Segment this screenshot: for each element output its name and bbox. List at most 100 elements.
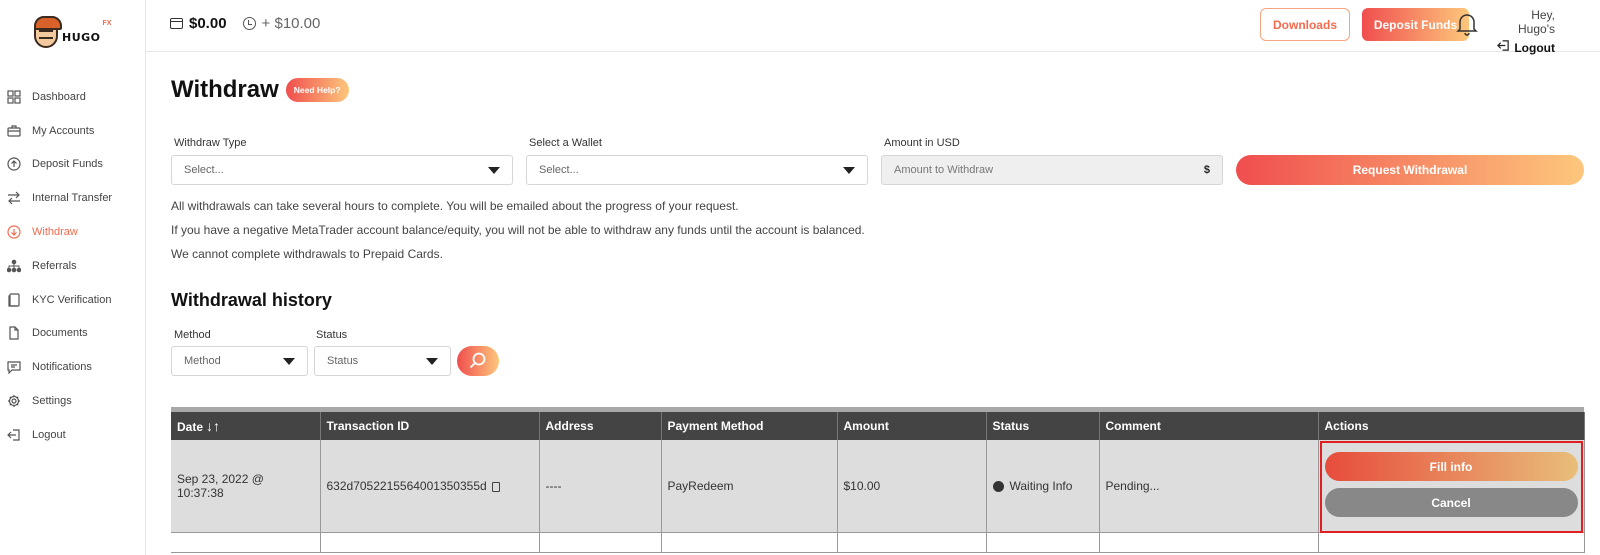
note-prepaid-cards: We cannot complete withdrawals to Prepai…: [171, 247, 443, 261]
logo-suffix: FX: [102, 19, 112, 27]
wallet-icon: [170, 18, 183, 29]
status-filter-label: Status: [316, 329, 348, 341]
logo-text: HUGO: [62, 30, 101, 44]
cell-empty: [320, 532, 540, 553]
cell-empty: [986, 532, 1100, 553]
sidebar-item-internal-transfer[interactable]: Internal Transfer: [0, 181, 146, 215]
sidebar-item-label: Dashboard: [32, 90, 86, 103]
cancel-button[interactable]: Cancel: [1324, 488, 1578, 517]
user-greeting: Hey, Hugo's: [1518, 8, 1555, 36]
topbar-logout-link[interactable]: Logout: [1491, 39, 1555, 57]
arrow-up-circle-icon: [7, 157, 21, 172]
cell-empty: [539, 532, 662, 553]
sidebar-item-kyc-verification[interactable]: KYC Verification: [0, 283, 146, 317]
column-header-payment-method: Payment Method: [661, 412, 838, 440]
bell-icon[interactable]: [1456, 12, 1478, 36]
wallet-label: Select a Wallet: [529, 137, 602, 149]
page-title-row: Withdraw Need Help?: [171, 76, 349, 104]
need-help-button[interactable]: Need Help?: [285, 78, 349, 102]
sidebar-item-referrals[interactable]: Referrals: [0, 249, 146, 283]
history-search-button[interactable]: [457, 346, 499, 376]
caret-down-icon: [488, 166, 500, 174]
column-header-actions: Actions: [1318, 412, 1585, 440]
sidebar-item-label: Logout: [32, 428, 66, 441]
sidebar-item-my-accounts[interactable]: My Accounts: [0, 114, 146, 148]
copy-icon[interactable]: [491, 481, 500, 492]
sidebar-item-dashboard[interactable]: Dashboard: [0, 80, 146, 114]
sidebar-item-label: Documents: [32, 327, 88, 340]
table-row: Sep 23, 2022 @ 10:37:38 632d705221556400…: [171, 440, 1585, 533]
method-filter-select[interactable]: Method: [171, 346, 308, 376]
cell-date: Sep 23, 2022 @ 10:37:38: [171, 440, 321, 533]
sidebar-item-label: My Accounts: [32, 124, 95, 137]
cell-transaction-id: 632d7052215564001350355d: [320, 440, 540, 533]
pending-value: + $10.00: [261, 15, 321, 32]
cell-empty: [661, 532, 838, 553]
cell-status: Waiting Info: [986, 440, 1100, 533]
select-value: Method: [184, 355, 221, 367]
amount-placeholder: Amount to Withdraw: [894, 164, 994, 176]
downloads-button[interactable]: Downloads: [1260, 8, 1350, 41]
cell-empty: [1099, 532, 1319, 553]
column-header-address: Address: [539, 412, 662, 440]
table-row: [171, 532, 1585, 553]
sidebar-item-notifications[interactable]: Notifications: [0, 350, 146, 384]
column-header-date[interactable]: Date ↓↑: [171, 412, 321, 440]
sidebar-item-withdraw[interactable]: Withdraw: [0, 215, 146, 249]
withdraw-type-select[interactable]: Select...: [171, 155, 513, 185]
column-header-amount: Amount: [837, 412, 987, 440]
sidebar-item-logout[interactable]: Logout: [0, 418, 146, 452]
currency-symbol: $: [1203, 164, 1210, 176]
select-value: Select...: [539, 164, 579, 176]
amount-label: Amount in USD: [884, 137, 960, 149]
sidebar-item-documents[interactable]: Documents: [0, 317, 146, 351]
withdraw-type-label: Withdraw Type: [174, 137, 247, 149]
sidebar: HUGO FX Dashboard My Accounts Deposit Fu…: [0, 0, 146, 555]
user-menu: Hey, Hugo's Logout: [1491, 8, 1555, 57]
cell-address: ----: [539, 440, 662, 533]
logout-icon: [1497, 39, 1510, 57]
status-filter-select[interactable]: Status: [314, 346, 451, 376]
sidebar-item-label: Internal Transfer: [32, 192, 113, 205]
deposit-funds-button[interactable]: Deposit Funds: [1362, 8, 1469, 41]
sidebar-item-label: Referrals: [32, 259, 77, 272]
sidebar-item-label: Deposit Funds: [32, 158, 103, 171]
balance-value: $0.00: [189, 15, 227, 32]
transaction-id-text: 632d7052215564001350355d: [326, 478, 487, 493]
logout-label: Logout: [1514, 41, 1555, 55]
briefcase-icon: [7, 124, 21, 138]
sort-icon[interactable]: ↓↑: [206, 418, 220, 434]
sidebar-item-settings[interactable]: Settings: [0, 384, 146, 418]
request-withdrawal-button[interactable]: Request Withdrawal: [1236, 155, 1584, 185]
search-icon: [469, 351, 487, 372]
id-card-icon: [7, 293, 21, 307]
fill-info-button[interactable]: Fill info: [1324, 452, 1578, 481]
balance-summary: $0.00 + $10.00: [170, 15, 320, 32]
cell-actions: Fill info Cancel: [1318, 440, 1585, 533]
cell-empty: [171, 532, 321, 553]
transfer-icon: [7, 191, 21, 205]
cell-comment: Pending...: [1099, 440, 1319, 533]
sidebar-item-deposit-funds[interactable]: Deposit Funds: [0, 148, 146, 182]
method-filter-label: Method: [174, 329, 211, 341]
select-value: Select...: [184, 164, 224, 176]
message-icon: [7, 360, 21, 375]
wallet-select[interactable]: Select...: [526, 155, 868, 185]
status-text: Waiting Info: [1009, 478, 1073, 493]
caret-down-icon: [283, 357, 295, 365]
status-dot-icon: [992, 481, 1004, 493]
amount-input[interactable]: Amount to Withdraw $: [881, 155, 1223, 185]
column-header-comment: Comment: [1099, 412, 1319, 440]
cell-empty: [1318, 532, 1585, 553]
logo[interactable]: HUGO FX: [34, 16, 113, 48]
note-negative-balance: If you have a negative MetaTrader accoun…: [171, 223, 865, 237]
select-value: Status: [327, 355, 359, 367]
withdrawal-history-title: Withdrawal history: [171, 290, 332, 310]
sidebar-item-label: Notifications: [32, 361, 92, 374]
gear-icon: [7, 394, 21, 408]
arrow-down-circle-icon: [7, 225, 21, 239]
column-header-label: Date: [177, 420, 204, 434]
sidebar-nav: Dashboard My Accounts Deposit Funds Inte…: [0, 80, 146, 452]
page-title: Withdraw: [171, 76, 279, 103]
sidebar-item-label: KYC Verification: [32, 293, 112, 306]
